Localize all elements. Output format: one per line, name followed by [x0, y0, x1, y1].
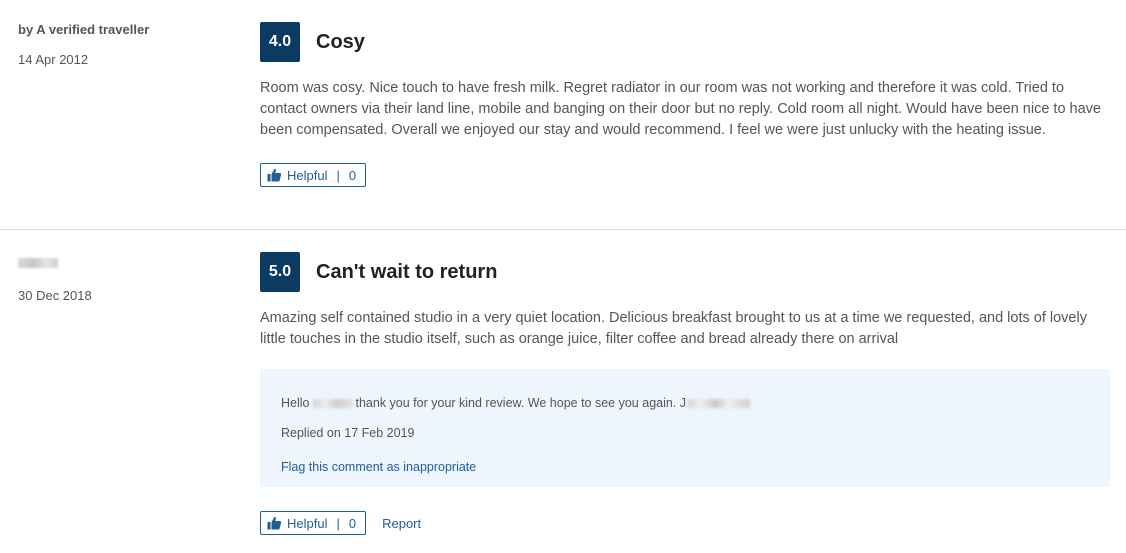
- review-meta: 30 Dec 2018: [18, 255, 218, 304]
- report-link[interactable]: Report: [382, 516, 421, 531]
- helpful-label: Helpful: [287, 167, 328, 183]
- reply-date: Replied on 17 Feb 2019: [281, 426, 415, 440]
- rating-badge: 4.0: [260, 22, 300, 62]
- review-date: 30 Dec 2018: [18, 288, 92, 303]
- review-author-redacted: [18, 255, 218, 273]
- review-header: 5.0 Can't wait to return: [260, 252, 1110, 292]
- flag-comment-link[interactable]: Flag this comment as inappropriate: [281, 460, 476, 474]
- rating-badge: 5.0: [260, 252, 300, 292]
- helpful-count: 0: [348, 515, 357, 531]
- review-content: 5.0 Can't wait to return Amazing self co…: [260, 252, 1110, 350]
- reply-greeting: Hello: [281, 396, 310, 410]
- review-content: 4.0 Cosy Room was cosy. Nice touch to ha…: [260, 22, 1110, 187]
- divider: |: [336, 167, 340, 183]
- helpful-count: 0: [348, 167, 357, 183]
- review-body: Amazing self contained studio in a very …: [260, 310, 1087, 347]
- redacted-name: [18, 258, 58, 268]
- review-card: 30 Dec 2018 5.0 Can't wait to return Ama…: [0, 230, 1126, 553]
- owner-reply: Hello thank you for your kind review. We …: [260, 369, 1110, 487]
- redacted-signature: [688, 399, 751, 409]
- review-meta: by A verified traveller 14 Apr 2012: [18, 22, 218, 68]
- review-actions: Helpful | 0: [260, 163, 1110, 187]
- thumbs-up-icon: [266, 167, 282, 183]
- review-header: 4.0 Cosy: [260, 22, 1110, 62]
- helpful-button[interactable]: Helpful | 0: [260, 511, 367, 535]
- redacted-name: [312, 399, 353, 409]
- reply-message: Hello thank you for your kind review. We …: [281, 396, 751, 410]
- review-actions: Helpful | 0 Report: [260, 511, 421, 535]
- review-card: by A verified traveller 14 Apr 2012 4.0 …: [0, 0, 1126, 230]
- review-body: Room was cosy. Nice touch to have fresh …: [260, 80, 1101, 138]
- helpful-button[interactable]: Helpful | 0: [260, 163, 367, 187]
- divider: |: [336, 515, 340, 531]
- helpful-label: Helpful: [287, 515, 328, 531]
- reply-text: thank you for your kind review. We hope …: [355, 396, 687, 410]
- review-title: Cosy: [316, 30, 365, 53]
- review-title: Can't wait to return: [316, 260, 498, 283]
- review-date: 14 Apr 2012: [18, 52, 89, 67]
- thumbs-up-icon: [266, 515, 282, 531]
- review-author: by A verified traveller: [18, 22, 150, 37]
